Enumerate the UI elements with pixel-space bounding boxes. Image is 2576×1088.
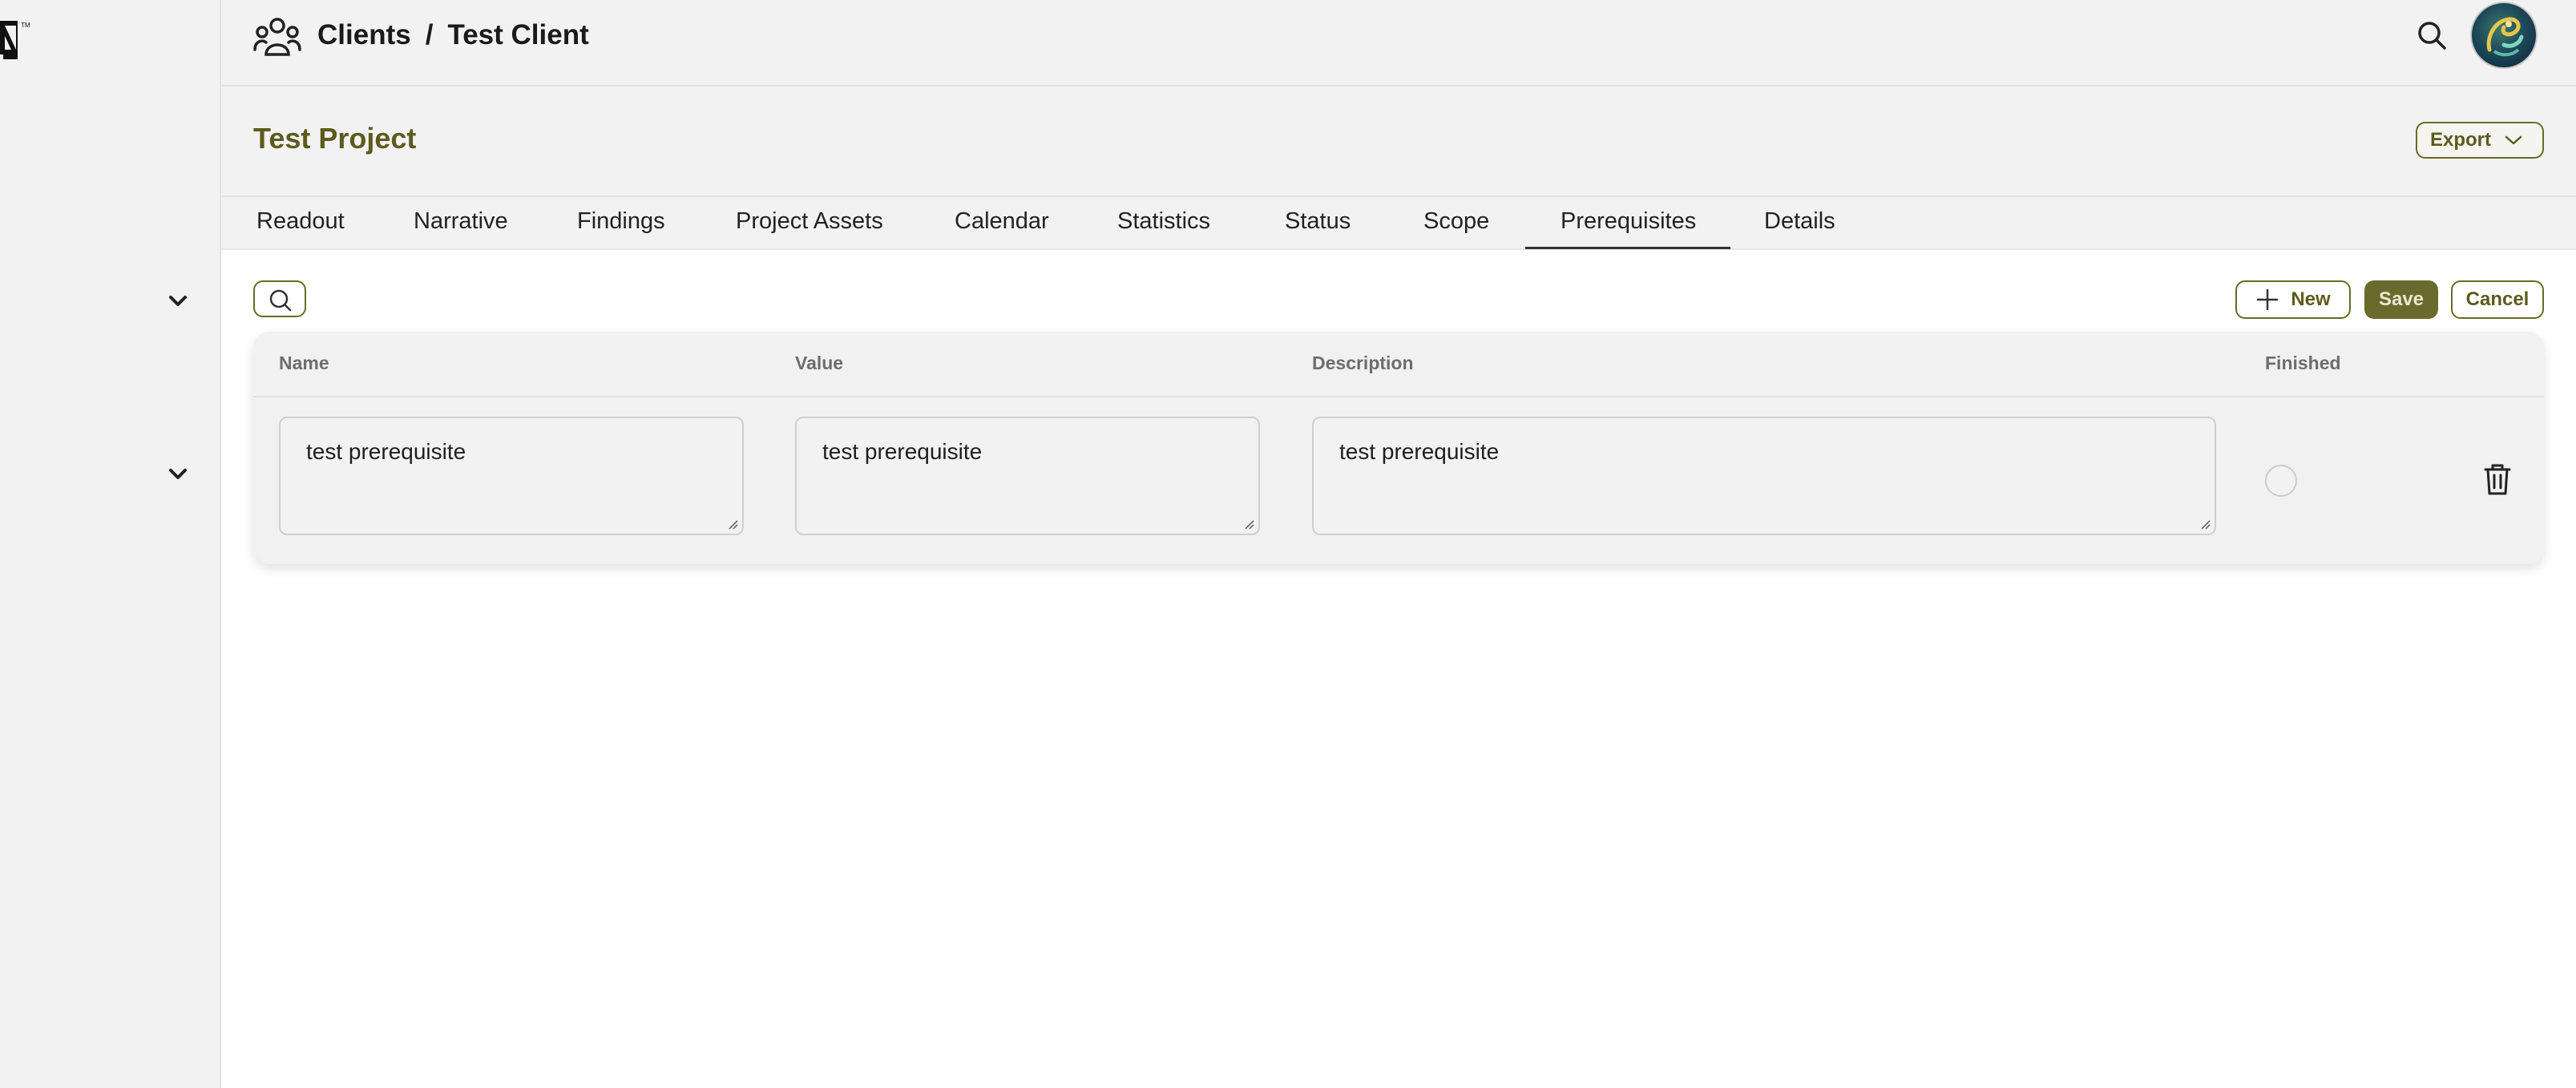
project-tabs: Readout Narrative Findings Project Asset… (221, 197, 2576, 250)
export-label: Export (2430, 129, 2492, 151)
column-header-finished: Finished (2265, 353, 2341, 373)
name-value: test prerequisite (306, 439, 466, 464)
prerequisites-table: Name Value Description Finished test pre… (253, 332, 2544, 564)
column-header-name: Name (279, 353, 329, 373)
resize-grip-icon[interactable] (1242, 518, 1255, 530)
chevron-down-icon[interactable] (164, 287, 192, 316)
table-search-button[interactable] (253, 280, 306, 317)
breadcrumb-client[interactable]: Test Client (447, 19, 588, 50)
chevron-down-icon (2505, 135, 2522, 145)
app-logo[interactable]: TM (0, 14, 38, 64)
project-bar: Test Project Export (221, 87, 2576, 197)
trash-icon[interactable] (2481, 461, 2513, 497)
breadcrumb-clients[interactable]: Clients (317, 19, 411, 50)
save-button[interactable]: Save (2364, 280, 2438, 319)
plus-icon (2257, 288, 2279, 311)
description-value: test prerequisite (1339, 439, 1500, 464)
value-value: test prerequisite (822, 439, 983, 464)
cancel-button[interactable]: Cancel (2451, 280, 2544, 319)
top-header: Clients / Test Client (221, 0, 2576, 87)
column-header-description: Description (1312, 353, 1414, 373)
breadcrumb-separator: / (425, 19, 434, 50)
search-icon[interactable] (2414, 18, 2449, 53)
tab-details[interactable]: Details (1764, 197, 1835, 247)
tab-findings[interactable]: Findings (577, 197, 665, 247)
finished-checkbox[interactable] (2265, 465, 2297, 497)
description-textarea[interactable]: test prerequisite (1312, 417, 2216, 535)
tab-status[interactable]: Status (1285, 197, 1351, 247)
users-group-icon (253, 18, 301, 56)
new-button[interactable]: New (2235, 280, 2351, 319)
resize-grip-icon[interactable] (726, 518, 739, 530)
tab-calendar[interactable]: Calendar (955, 197, 1049, 247)
tab-prerequisites[interactable]: Prerequisites (1525, 197, 1730, 249)
resize-grip-icon[interactable] (2198, 518, 2211, 530)
tab-readout[interactable]: Readout (256, 197, 345, 247)
project-title: Test Project (253, 122, 417, 155)
export-button[interactable]: Export (2416, 122, 2544, 159)
avatar[interactable] (2470, 2, 2538, 69)
column-header-value: Value (795, 353, 844, 373)
tab-statistics[interactable]: Statistics (1117, 197, 1210, 247)
breadcrumb: Clients / Test Client (317, 16, 589, 54)
chevron-down-icon[interactable] (164, 460, 192, 489)
search-icon (269, 289, 292, 312)
svg-text:TM: TM (21, 22, 30, 29)
name-textarea[interactable]: test prerequisite (279, 417, 744, 535)
tab-narrative[interactable]: Narrative (414, 197, 508, 247)
tab-scope[interactable]: Scope (1423, 197, 1489, 247)
avatar-image (2486, 17, 2524, 57)
sidebar: TM (0, 0, 221, 1088)
new-label: New (2291, 288, 2331, 310)
header-divider (253, 396, 2544, 397)
value-textarea[interactable]: test prerequisite (795, 417, 1260, 535)
tab-project-assets[interactable]: Project Assets (736, 197, 883, 247)
